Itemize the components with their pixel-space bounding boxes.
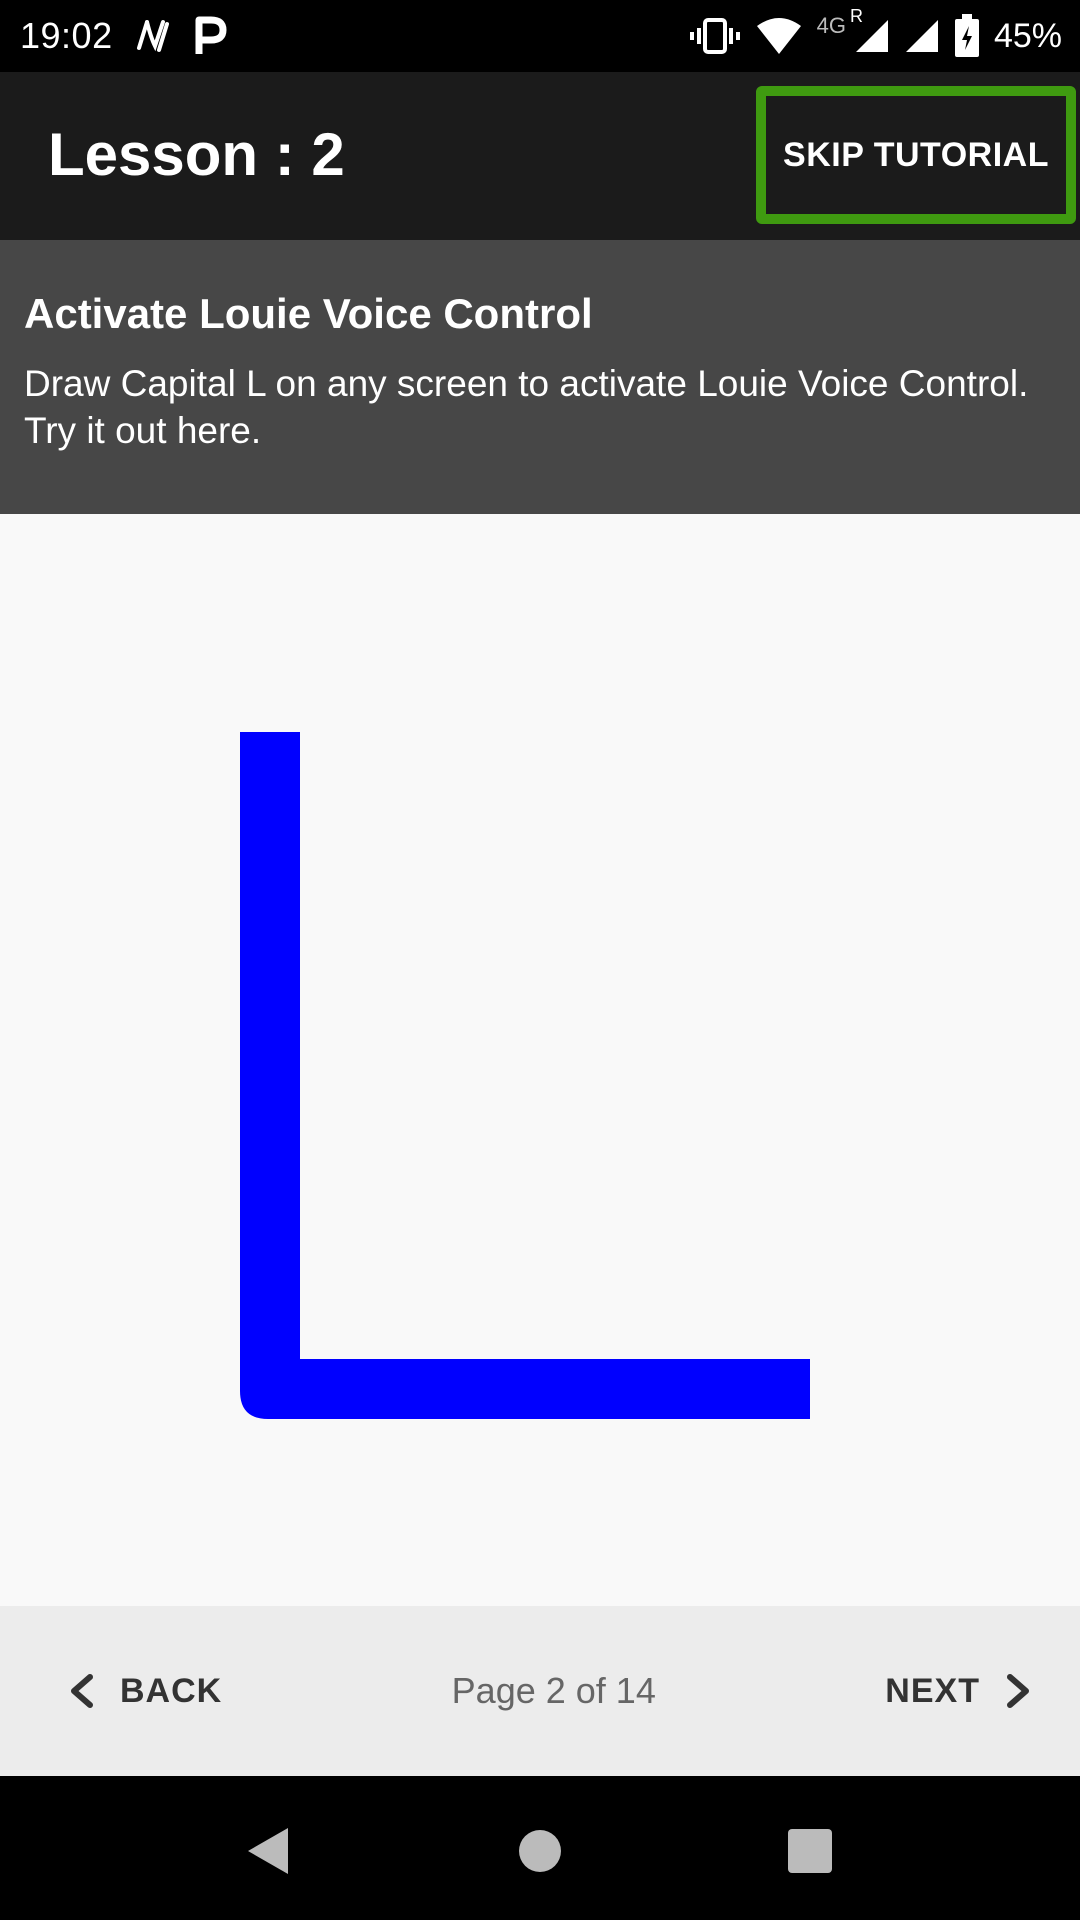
page-indicator: Page 2 of 14 (451, 1670, 656, 1711)
network-label: 4G (816, 13, 846, 38)
drawn-l-gesture (240, 732, 810, 1419)
battery-icon (954, 14, 980, 58)
recents-square-icon[interactable] (786, 1826, 834, 1876)
instruction-body: Draw Capital L on any screen to activate… (24, 363, 1029, 451)
instruction-panel: Activate Louie Voice Control Draw Capita… (0, 240, 1080, 514)
home-circle-icon[interactable] (518, 1826, 562, 1876)
next-button[interactable]: NEXT (885, 1672, 1032, 1711)
next-label: NEXT (885, 1671, 980, 1710)
signal-icon: R (850, 6, 890, 54)
gesture-drawing-area[interactable] (0, 514, 1080, 1606)
back-label: BACK (120, 1671, 223, 1710)
chevron-right-icon (1006, 1673, 1032, 1709)
skip-tutorial-button[interactable]: SKIP TUTORIAL (756, 86, 1076, 224)
wifi-icon (755, 16, 803, 56)
roaming-label: R (849, 6, 863, 26)
lesson-navigation: BACK Page 2 of 14 NEXT (0, 1606, 1080, 1776)
status-bar: 19:02 4G R 45% (0, 0, 1080, 72)
status-left: 19:02 (20, 15, 227, 57)
lesson-title: Lesson : 2 (48, 121, 345, 188)
capital-l-stroke (240, 732, 810, 1419)
chevron-left-icon (68, 1673, 94, 1709)
status-right: 4G R 45% (689, 6, 1062, 58)
back-triangle-icon[interactable] (244, 1826, 292, 1876)
app-p-icon (193, 16, 227, 56)
status-time: 19:02 (20, 15, 113, 56)
app-bar: Lesson : 2 SKIP TUTORIAL (0, 72, 1080, 240)
vibrate-icon (689, 16, 741, 56)
back-button[interactable]: BACK (68, 1672, 222, 1711)
signal-2-icon (904, 18, 940, 54)
app-n-icon (133, 16, 173, 56)
instruction-heading: Activate Louie Voice Control (24, 290, 593, 337)
battery-percent: 45% (993, 16, 1062, 55)
